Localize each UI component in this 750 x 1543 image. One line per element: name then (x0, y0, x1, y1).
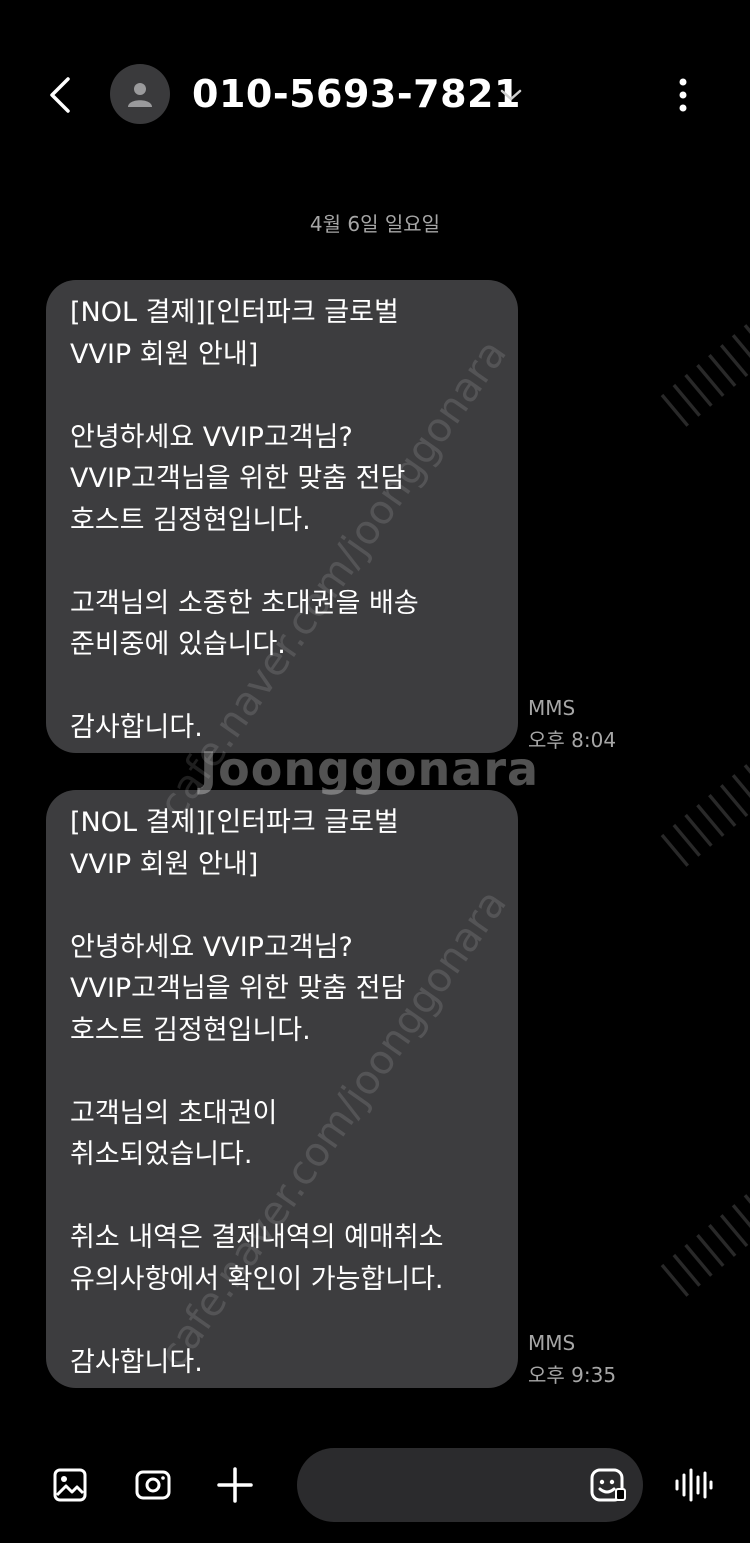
watermark-bars: |||||||||| (653, 1165, 750, 1301)
message-time: 오후 8:04 (528, 728, 617, 752)
contact-avatar[interactable] (110, 64, 170, 124)
gallery-button[interactable] (45, 1460, 95, 1510)
gallery-icon (53, 1468, 87, 1502)
plus-icon (217, 1467, 253, 1503)
watermark-bars: |||||||||| (653, 295, 750, 431)
message-bubble[interactable]: [NOL 결제][인터파크 글로벌 VVIP 회원 안내] 안녕하세요 VVIP… (46, 790, 518, 1388)
message-meta: MMS 오후 9:35 (528, 1327, 616, 1391)
emoji-button[interactable] (583, 1460, 633, 1510)
emoji-icon (590, 1468, 626, 1502)
more-options-button[interactable] (660, 70, 706, 120)
message-time: 오후 9:35 (528, 1363, 617, 1387)
message-composer (0, 1440, 750, 1543)
camera-button[interactable] (128, 1460, 178, 1510)
voice-wave-icon (675, 1468, 713, 1502)
chevron-down-icon (500, 89, 522, 101)
chevron-left-icon (50, 77, 70, 113)
back-button[interactable] (36, 70, 86, 120)
attach-button[interactable] (210, 1460, 260, 1510)
watermark-bars: |||||||||| (653, 735, 750, 871)
message-type: MMS (528, 1331, 576, 1355)
conversation-header: 010-5693-7821 (0, 0, 750, 190)
voice-input-button[interactable] (668, 1460, 718, 1510)
date-separator: 4월 6일 일요일 (309, 212, 441, 236)
contact-details-dropdown[interactable] (496, 80, 526, 110)
camera-icon (135, 1470, 171, 1500)
contact-number-title[interactable]: 010-5693-7821 (192, 68, 521, 120)
more-vertical-icon (679, 78, 687, 112)
message-bubble[interactable]: [NOL 결제][인터파크 글로벌 VVIP 회원 안내] 안녕하세요 VVIP… (46, 280, 518, 753)
message-meta: MMS 오후 8:04 (528, 692, 616, 756)
message-type: MMS (528, 696, 576, 720)
person-icon (128, 83, 152, 107)
